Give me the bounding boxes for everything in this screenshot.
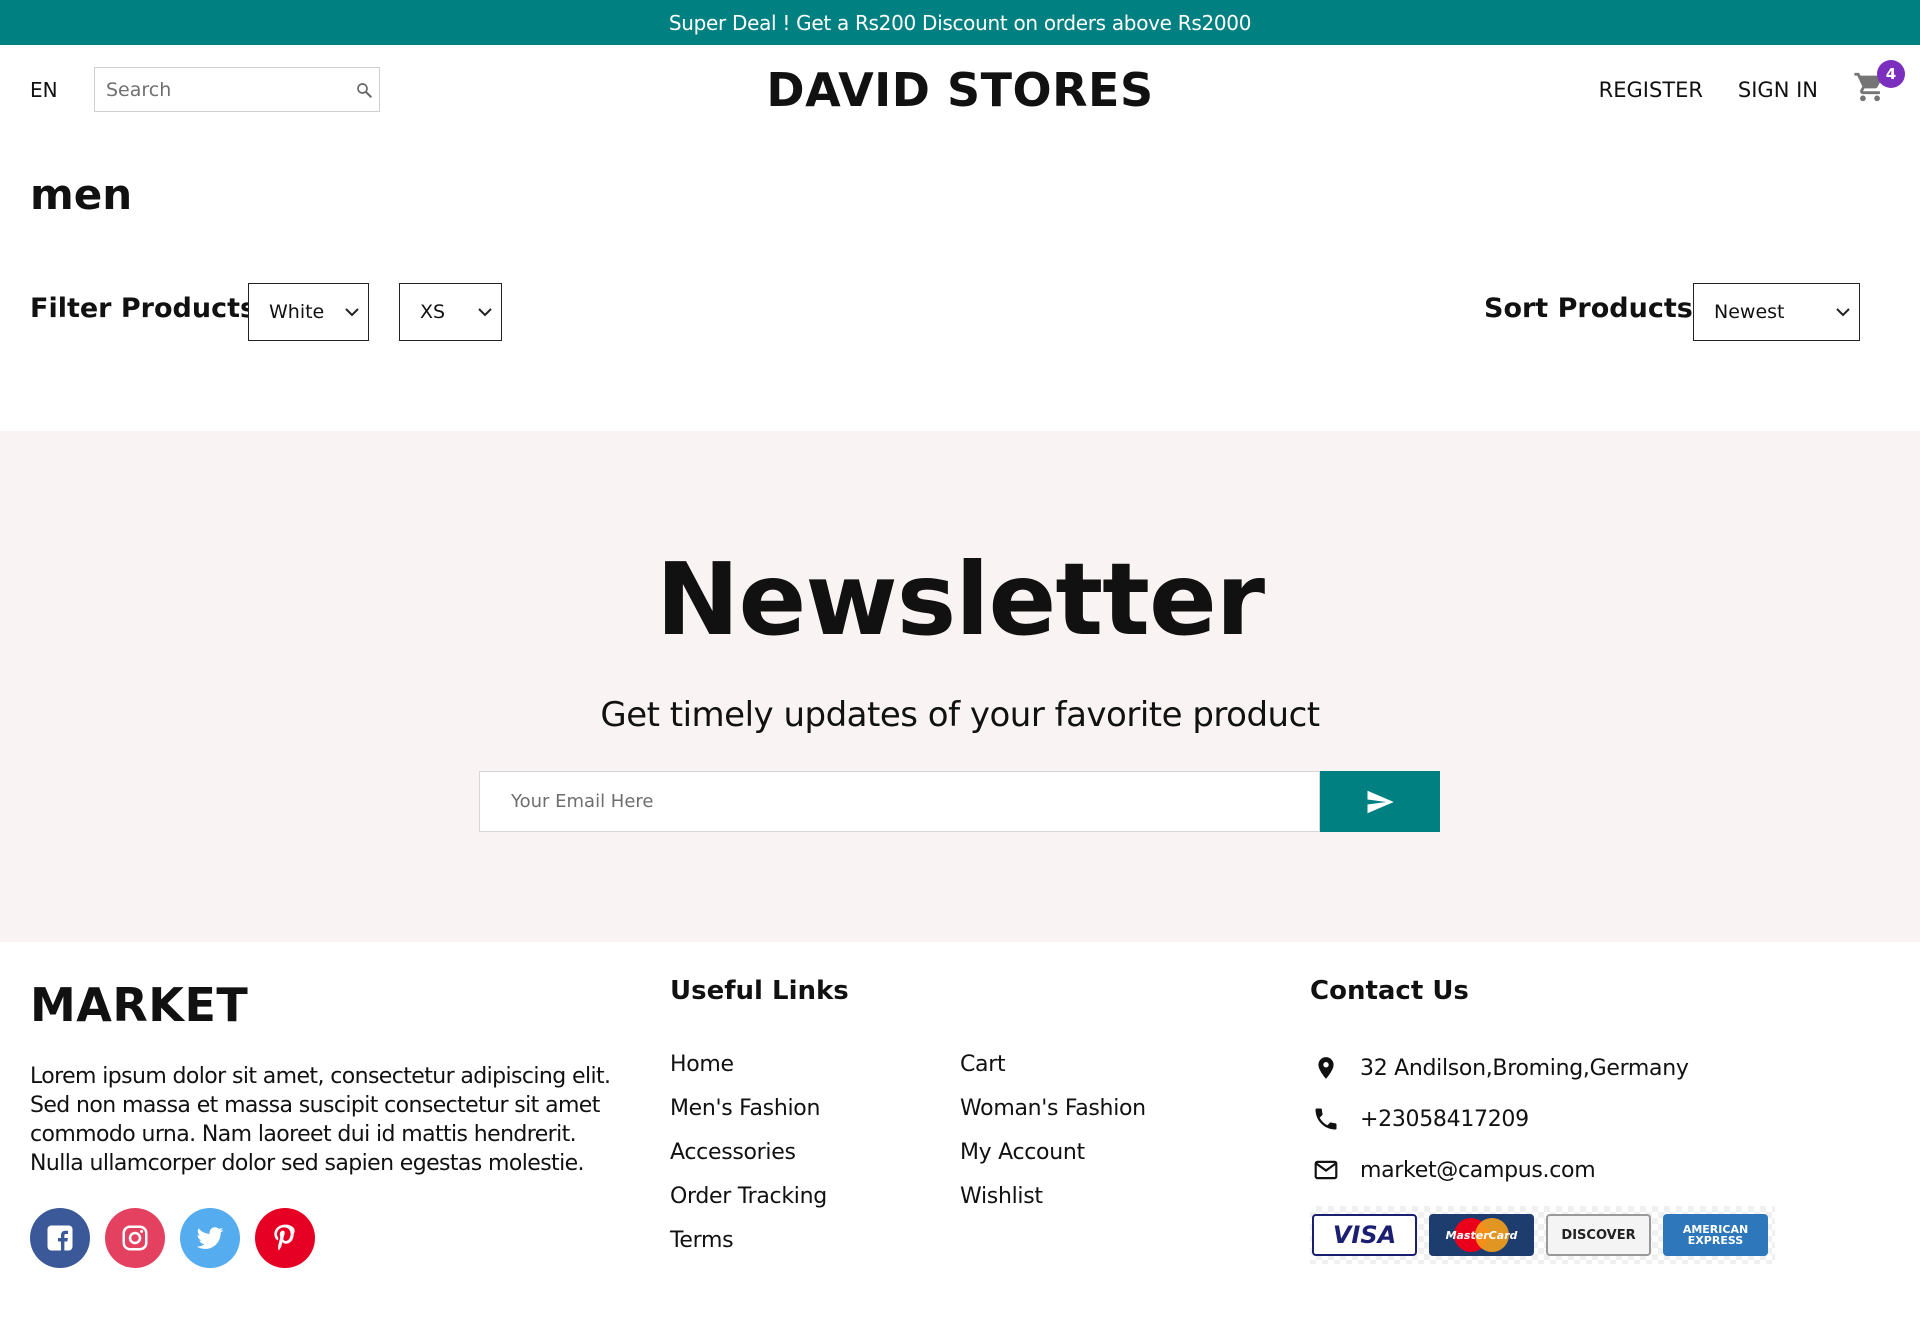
- footer-link-my-account[interactable]: My Account: [960, 1140, 1085, 1165]
- discover-logo: DISCOVER: [1546, 1214, 1651, 1256]
- footer-link-home[interactable]: Home: [670, 1052, 734, 1077]
- newsletter-send-button[interactable]: [1320, 771, 1440, 832]
- payment-methods: VISA MasterCard DISCOVER AMERICAN EXPRES…: [1310, 1206, 1775, 1264]
- newsletter-title: Newsletter: [655, 541, 1265, 658]
- footer-brand: MARKET: [30, 978, 249, 1032]
- footer-about-text: Lorem ipsum dolor sit amet, consectetur …: [30, 1064, 611, 1176]
- footer: MARKET Lorem ipsum dolor sit amet, conse…: [0, 942, 1920, 1317]
- location-pin-icon: [1310, 1052, 1342, 1084]
- size-filter-select[interactable]: XS: [399, 283, 502, 341]
- contact-phone-text: +23058417209: [1360, 1106, 1529, 1132]
- chevron-down-icon: [1836, 308, 1850, 317]
- facebook-icon[interactable]: [30, 1208, 90, 1268]
- phone-icon: [1310, 1103, 1342, 1135]
- search-input[interactable]: [95, 68, 349, 111]
- contact-address: 32 Andilson,Broming,Germany: [1310, 1052, 1689, 1084]
- footer-link-womans-fashion[interactable]: Woman's Fashion: [960, 1096, 1146, 1121]
- signin-link[interactable]: SIGN IN: [1738, 78, 1818, 102]
- color-filter-value: White: [269, 301, 325, 323]
- language-selector[interactable]: EN: [30, 78, 58, 102]
- announcement-bar: Super Deal ! Get a Rs200 Discount on ord…: [0, 0, 1920, 45]
- sort-value: Newest: [1714, 301, 1785, 323]
- footer-link-order-tracking[interactable]: Order Tracking: [670, 1184, 827, 1209]
- search-icon[interactable]: [349, 68, 379, 111]
- newsletter-section: Newsletter Get timely updates of your fa…: [0, 431, 1920, 942]
- announcement-text: Super Deal ! Get a Rs200 Discount on ord…: [668, 10, 1252, 35]
- contact-phone: +23058417209: [1310, 1103, 1529, 1135]
- store-logo[interactable]: DAVID STORES: [766, 63, 1153, 117]
- size-filter-value: XS: [420, 301, 446, 323]
- social-links: [30, 1208, 315, 1268]
- cart-count-badge: 4: [1877, 60, 1905, 88]
- footer-link-wishlist[interactable]: Wishlist: [960, 1184, 1043, 1209]
- send-icon: [1367, 790, 1394, 813]
- contact-address-text: 32 Andilson,Broming,Germany: [1360, 1055, 1689, 1081]
- newsletter-email-input[interactable]: [479, 771, 1320, 832]
- mastercard-text: MasterCard: [1445, 1228, 1518, 1242]
- instagram-icon[interactable]: [105, 1208, 165, 1268]
- pinterest-icon[interactable]: [255, 1208, 315, 1268]
- contact-email: market@campus.com: [1310, 1154, 1596, 1186]
- cart-button[interactable]: 4: [1853, 60, 1905, 108]
- twitter-icon[interactable]: [180, 1208, 240, 1268]
- chevron-down-icon: [345, 308, 359, 317]
- footer-link-accessories[interactable]: Accessories: [670, 1140, 796, 1165]
- mail-icon: [1310, 1154, 1342, 1186]
- amex-logo: AMERICAN EXPRESS: [1663, 1214, 1768, 1256]
- newsletter-form: [479, 771, 1440, 832]
- useful-links-title: Useful Links: [670, 976, 849, 1006]
- navbar: EN DAVID STORES REGISTER SIGN IN 4: [0, 45, 1920, 133]
- sort-label: Sort Products: [1484, 293, 1693, 324]
- footer-link-cart[interactable]: Cart: [960, 1052, 1006, 1077]
- newsletter-description: Get timely updates of your favorite prod…: [600, 695, 1320, 735]
- register-link[interactable]: REGISTER: [1599, 78, 1703, 102]
- footer-link-terms[interactable]: Terms: [670, 1228, 734, 1253]
- mastercard-logo: MasterCard: [1429, 1214, 1534, 1256]
- footer-link-mens-fashion[interactable]: Men's Fashion: [670, 1096, 820, 1121]
- page-title: men: [30, 170, 133, 219]
- contact-us-title: Contact Us: [1310, 976, 1469, 1006]
- chevron-down-icon: [478, 308, 492, 317]
- filter-label: Filter Products: [30, 293, 257, 324]
- contact-email-text: market@campus.com: [1360, 1157, 1596, 1183]
- color-filter-select[interactable]: White: [248, 283, 369, 341]
- sort-select[interactable]: Newest: [1693, 283, 1860, 341]
- search-box: [94, 67, 380, 112]
- visa-logo: VISA: [1312, 1214, 1417, 1256]
